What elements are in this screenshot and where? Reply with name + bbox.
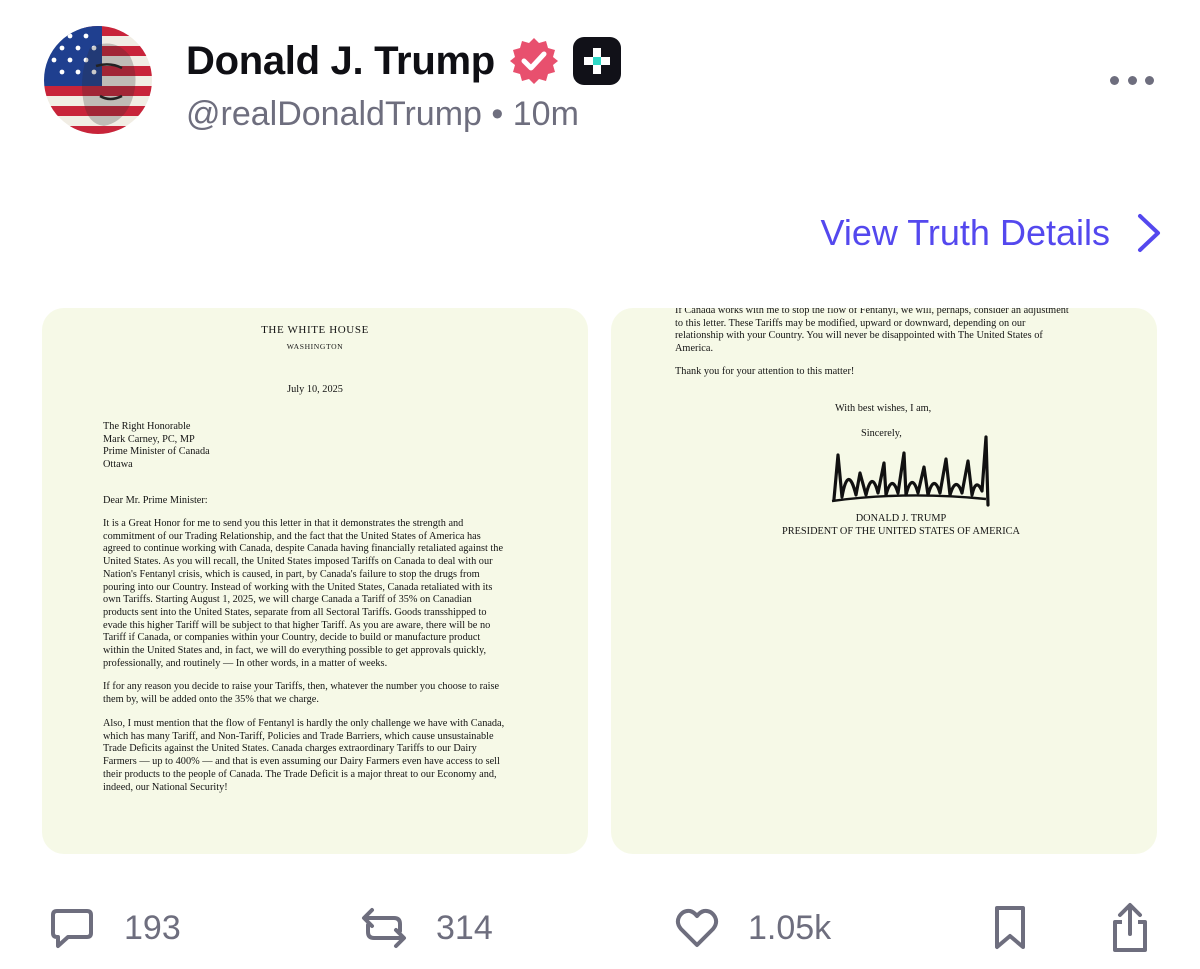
reply-button[interactable]: 193 (48, 898, 181, 958)
letter-line: If Canada works with me to stop the flow… (675, 308, 1069, 316)
letter-line: relationship with your Country. You will… (675, 330, 1043, 342)
letter-line: to this letter. These Tariffs may be mod… (675, 317, 1026, 329)
reply-icon (51, 909, 93, 948)
letter-paragraph-continued: If Canada works with me to stop the flow… (675, 308, 1105, 356)
signer-name: DONALD J. TRUMP (855, 513, 947, 524)
retruth-button[interactable]: 314 (360, 898, 493, 958)
letter-line: evade this higher Tariff will be subject… (103, 619, 491, 631)
letter-paragraph-1: It is a Great Honor for me to send you t… (103, 518, 535, 670)
signature-image (831, 435, 990, 507)
letter-image-page-1[interactable]: THE WHITE HOUSE WASHINGTON July 10, 2025… (42, 308, 588, 854)
retruth-count: 314 (436, 908, 493, 947)
separator-dot: • (491, 95, 504, 133)
letterhead-title: THE WHITE HOUSE (261, 324, 369, 336)
letter-line: Tariff if Canada, or companies within yo… (103, 632, 481, 644)
signer-title: PRESIDENT OF THE UNITED STATES OF AMERIC… (782, 526, 1020, 537)
letter-paragraph-2: If for any reason you decide to raise yo… (103, 681, 535, 706)
verified-badge-icon (509, 38, 558, 84)
letter-line: their products to the people of Canada. … (103, 768, 497, 780)
author-handle[interactable]: @realDonaldTrump (186, 95, 482, 133)
letter-line: within the United States and, in fact, w… (103, 645, 487, 657)
letter-line: agreed to continue working with Canada, … (103, 543, 504, 555)
letter-line: products sent into the United States, se… (103, 606, 487, 618)
like-button[interactable]: 1.05k (674, 898, 831, 958)
action-bar: 193 314 1.05k (0, 898, 1200, 958)
address-line: Ottawa (103, 459, 133, 471)
letter-line: professionally, and routinely — In other… (103, 657, 388, 669)
share-icon (1113, 903, 1147, 952)
letter-address: The Right Honorable Mark Carney, PC, MP … (103, 421, 210, 472)
letter-line: America. (675, 343, 714, 355)
bookmark-button[interactable] (990, 898, 1030, 958)
letter-line: indeed, our National Security! (103, 781, 228, 793)
letter-line: own Tariffs. Starting August 1, 2025, we… (103, 594, 472, 606)
letter-date: July 10, 2025 (287, 384, 343, 395)
address-line: Mark Carney, PC, MP (103, 433, 195, 445)
more-options-icon[interactable] (1110, 70, 1154, 90)
post-time[interactable]: 10m (513, 95, 579, 133)
letter-line: Also, I must mention that the flow of Fe… (103, 718, 505, 729)
share-button[interactable] (1108, 898, 1152, 958)
letter-line: If for any reason you decide to raise yo… (103, 681, 500, 692)
like-count: 1.05k (748, 908, 832, 947)
address-line: Prime Minister of Canada (103, 446, 210, 458)
letter-line: pouring into our Country. Instead of wor… (103, 581, 493, 593)
letter-image-page-2[interactable]: If Canada works with me to stop the flow… (611, 308, 1157, 854)
letter-line: Nation's Fentanyl crisis, which is cause… (103, 568, 480, 580)
letter-line: them by, will be added onto the 35% that… (103, 693, 319, 705)
author-name[interactable]: Donald J. Trump (186, 36, 495, 86)
heart-icon (675, 908, 719, 947)
letter-salutation: Dear Mr. Prime Minister: (103, 495, 208, 506)
plus-badge-icon (572, 37, 621, 85)
letter-closing: With best wishes, I am, (835, 403, 932, 414)
retruth-icon (362, 908, 406, 948)
letter-line: Trade Deficits against the United States… (103, 743, 477, 755)
letter-thanks: Thank you for your attention to this mat… (675, 366, 855, 377)
letter-line: It is a Great Honor for me to send you t… (103, 518, 464, 529)
view-truth-details-label: View Truth Details (820, 212, 1110, 253)
view-truth-details-link[interactable]: View Truth Details (821, 208, 1162, 258)
letter-line: commitment of our Trading Relationship, … (103, 530, 481, 542)
letter-line: which has many Tariff, and Non-Tariff, P… (103, 730, 494, 742)
handle-line: @realDonaldTrump • 10m (186, 92, 579, 136)
letter-paragraph-3: Also, I must mention that the flow of Fe… (103, 718, 535, 794)
letter-line: United States. As you will recall, the U… (103, 556, 493, 568)
letter-line: Farmers — up to 400% — and that is even … (103, 756, 500, 768)
chevron-right-icon (1138, 214, 1160, 252)
letterhead-subtitle: WASHINGTON (286, 342, 344, 351)
reply-count: 193 (124, 908, 181, 947)
author-avatar[interactable] (44, 26, 152, 134)
address-line: The Right Honorable (103, 421, 191, 432)
bookmark-icon (995, 906, 1025, 949)
